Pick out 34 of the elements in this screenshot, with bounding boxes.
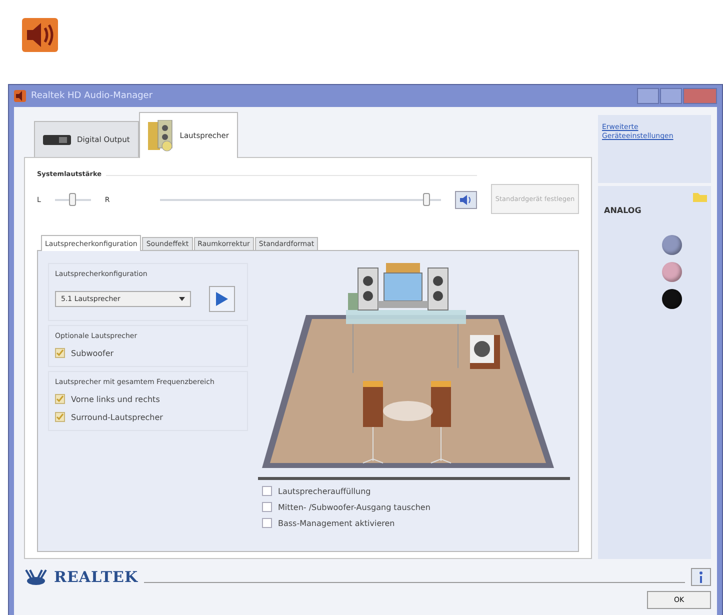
checkbox-label: Surround-Lautsprecher bbox=[71, 412, 163, 422]
checkbox-label: Bass-Management aktivieren bbox=[278, 518, 395, 528]
play-button[interactable] bbox=[209, 286, 235, 312]
crab-logo-icon bbox=[24, 568, 48, 586]
app-icon bbox=[14, 90, 26, 102]
play-icon bbox=[215, 291, 229, 307]
folder-icon[interactable] bbox=[693, 190, 707, 202]
window-title: Realtek HD Audio-Manager bbox=[31, 91, 153, 101]
checkbox-label: Mitten- /Subwoofer-Ausgang tauschen bbox=[278, 502, 430, 512]
checkbox[interactable] bbox=[55, 412, 65, 422]
section-label: ANALOG bbox=[604, 206, 642, 215]
checkbox[interactable] bbox=[55, 348, 65, 358]
mute-button[interactable] bbox=[455, 191, 477, 209]
speaker-icon bbox=[459, 194, 473, 206]
checkbox[interactable] bbox=[262, 502, 272, 512]
close-button[interactable] bbox=[683, 88, 717, 104]
info-icon bbox=[697, 571, 705, 583]
checkbox-label: Vorne links und rechts bbox=[71, 394, 160, 404]
minimize-button[interactable] bbox=[637, 88, 659, 104]
checkbox[interactable] bbox=[55, 394, 65, 404]
audio-jack[interactable] bbox=[662, 289, 682, 309]
checkbox-label: Subwoofer bbox=[71, 348, 114, 358]
dropdown-arrow-icon bbox=[179, 297, 185, 301]
brand-name: REALTEK bbox=[54, 568, 138, 586]
info-button[interactable] bbox=[691, 568, 711, 586]
checkbox[interactable] bbox=[262, 486, 272, 496]
slider-thumb[interactable] bbox=[68, 193, 76, 206]
checkbox-label: Lautsprecherauffüllung bbox=[278, 486, 371, 496]
slider-thumb[interactable] bbox=[422, 193, 430, 206]
speaker-sound-icon[interactable] bbox=[22, 18, 58, 52]
digital-output-device-icon bbox=[43, 134, 71, 146]
speakers-icon bbox=[148, 120, 174, 152]
checkbox[interactable] bbox=[262, 518, 272, 528]
maximize-button[interactable] bbox=[660, 88, 682, 104]
